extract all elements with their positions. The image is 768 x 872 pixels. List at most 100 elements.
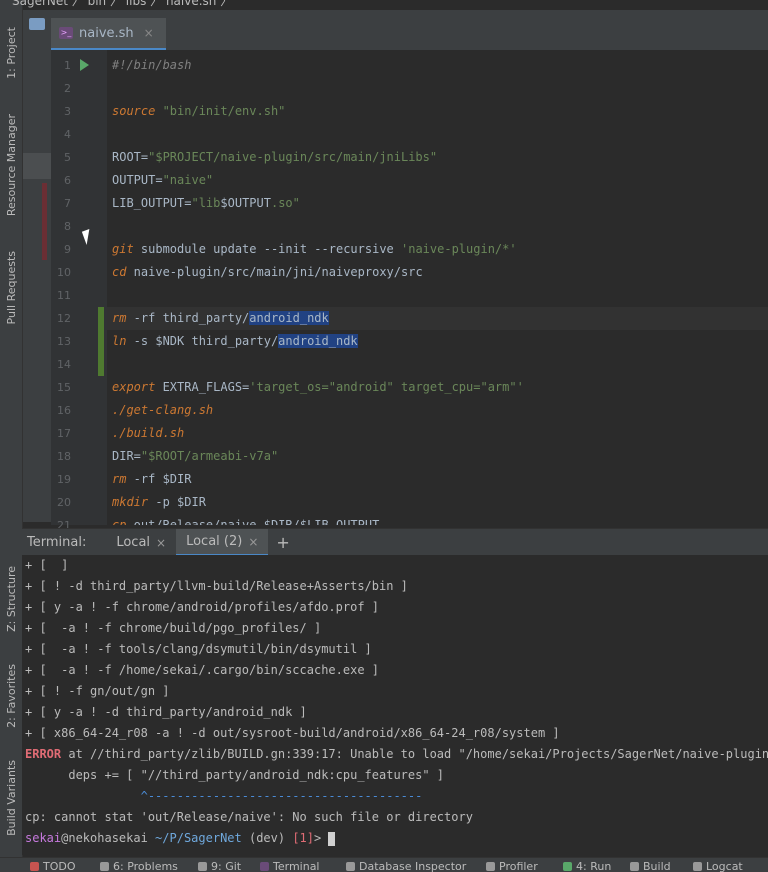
line-number: 10 bbox=[57, 266, 71, 279]
close-icon[interactable]: × bbox=[144, 26, 154, 40]
code-line: #!/bin/bash bbox=[112, 58, 192, 72]
line-number: 5 bbox=[64, 151, 71, 164]
resource-manager-tab-label: Resource Manager bbox=[4, 114, 18, 217]
line-number: 3 bbox=[64, 105, 71, 118]
pull-requests-tab-label: Pull Requests bbox=[4, 251, 18, 325]
favorites-tool-tab[interactable]: 2: Favorites bbox=[0, 655, 22, 737]
bottom-tool-bar: TODO 6: Problems 9: Git Terminal Databas… bbox=[0, 857, 768, 872]
text-cursor bbox=[328, 831, 336, 846]
scroll-error-marker bbox=[42, 183, 47, 260]
close-icon[interactable]: × bbox=[156, 536, 166, 550]
line-number: 8 bbox=[64, 220, 71, 233]
git-icon bbox=[198, 862, 207, 871]
bottom-tab-git[interactable]: 9: Git bbox=[198, 860, 241, 872]
code-line-current: rm -rf third_party/android_ndk bbox=[107, 307, 768, 330]
project-panel-collapsed bbox=[23, 10, 51, 522]
bottom-tab-profiler[interactable]: Profiler bbox=[486, 860, 538, 872]
code-line: ./build.sh bbox=[112, 426, 185, 440]
terminal-line: + [ y -a ! -f chrome/android/profiles/af… bbox=[25, 600, 380, 614]
code-line: source "bin/init/env.sh" bbox=[112, 104, 286, 118]
line-number: 6 bbox=[64, 174, 71, 187]
line-number: 13 bbox=[57, 335, 71, 348]
error-text: at //third_party/zlib/BUILD.gn:339:17: U… bbox=[61, 747, 768, 761]
terminal-line: + [ -a ! -f chrome/build/pgo_profiles/ ] bbox=[25, 621, 322, 635]
code-line: rm -rf $DIR bbox=[112, 472, 192, 486]
database-icon bbox=[346, 862, 355, 871]
line-number: 19 bbox=[57, 473, 71, 486]
structure-tool-tab[interactable]: Z: Structure bbox=[0, 558, 22, 640]
pull-requests-tool-tab[interactable]: Pull Requests bbox=[0, 242, 22, 334]
bottom-tab-terminal[interactable]: Terminal bbox=[260, 860, 320, 872]
line-number: 2 bbox=[64, 82, 71, 95]
build-variants-tab-label: Build Variants bbox=[4, 760, 18, 836]
run-icon[interactable] bbox=[80, 59, 89, 71]
bottom-tab-label: 9: Git bbox=[211, 860, 242, 872]
editor-tab-naive-sh[interactable]: >_ naive.sh × bbox=[51, 18, 166, 50]
prompt-status: [1] bbox=[285, 831, 315, 845]
vcs-change-marker[interactable] bbox=[98, 307, 104, 376]
bottom-tab-problems[interactable]: 6: Problems bbox=[100, 860, 178, 872]
bottom-tab-logcat[interactable]: Logcat bbox=[693, 860, 743, 872]
bottom-tab-label: TODO bbox=[43, 860, 76, 872]
line-number: 20 bbox=[57, 496, 71, 509]
code-line: mkdir -p $DIR bbox=[112, 495, 206, 509]
terminal-output[interactable]: + [ ] + [ ! -d third_party/llvm-build/Re… bbox=[22, 555, 768, 855]
editor-tab-label: naive.sh bbox=[79, 25, 134, 41]
terminal-tab-label: Local (2) bbox=[186, 534, 243, 549]
code-line: OUTPUT="naive" bbox=[112, 173, 214, 187]
line-number: 18 bbox=[57, 450, 71, 463]
terminal-line: + [ y -a ! -d third_party/android_ndk ] bbox=[25, 705, 307, 719]
bottom-tab-label: Build bbox=[643, 860, 671, 872]
terminal-title: Terminal: bbox=[27, 535, 87, 550]
profiler-icon bbox=[486, 862, 495, 871]
line-number: 16 bbox=[57, 404, 71, 417]
bottom-tab-run[interactable]: 4: Run bbox=[563, 860, 611, 872]
terminal-line: + [ ! -d third_party/llvm-build/Release+… bbox=[25, 579, 408, 593]
code-line: ./get-clang.sh bbox=[112, 403, 214, 417]
terminal-line: + [ ! -f gn/out/gn ] bbox=[25, 684, 170, 698]
terminal-line: cp: cannot stat 'out/Release/naive': No … bbox=[25, 810, 473, 824]
todo-icon bbox=[30, 862, 39, 871]
project-tool-tab[interactable]: 1: Project bbox=[0, 18, 22, 88]
terminal-caret-line: ^-------------------------------------- bbox=[25, 789, 423, 803]
code-line: export EXTRA_FLAGS='target_os="android" … bbox=[112, 380, 524, 394]
problems-icon bbox=[100, 862, 109, 871]
close-icon[interactable]: × bbox=[248, 535, 258, 549]
line-number: 14 bbox=[57, 358, 71, 371]
add-tab-icon[interactable]: + bbox=[276, 533, 289, 552]
folder-icon[interactable] bbox=[29, 18, 45, 30]
line-number: 7 bbox=[64, 197, 71, 210]
project-tab-label: 1: Project bbox=[4, 27, 18, 79]
line-number: 11 bbox=[57, 289, 71, 302]
editor-tab-bar: >_ naive.sh × bbox=[51, 10, 768, 50]
prompt-user: sekai bbox=[25, 831, 62, 845]
code-line: cd naive-plugin/src/main/jni/naiveproxy/… bbox=[112, 265, 423, 279]
terminal-prompt[interactable]: sekai@nekohasekai ~/P/SagerNet (dev) [1]… bbox=[25, 828, 336, 849]
bottom-tab-todo[interactable]: TODO bbox=[30, 860, 76, 872]
favorites-tab-label: 2: Favorites bbox=[4, 664, 18, 728]
bottom-tab-label: Logcat bbox=[706, 860, 743, 872]
logcat-icon bbox=[693, 862, 702, 871]
terminal-tab-local-2[interactable]: Local (2) × bbox=[176, 529, 269, 556]
prompt-branch: (dev) bbox=[241, 831, 286, 845]
terminal-line: + [ -a ! -f tools/clang/dsymutil/bin/dsy… bbox=[25, 642, 372, 656]
breadcrumb[interactable]: SagerNet 〉 bin 〉 libs 〉 naive.sh 〉 bbox=[12, 0, 232, 9]
terminal-line: + [ -a ! -f /home/sekai/.cargo/bin/sccac… bbox=[25, 663, 380, 677]
code-editor[interactable]: #!/bin/bash source "bin/init/env.sh" ROO… bbox=[107, 50, 768, 525]
terminal-icon bbox=[260, 862, 269, 871]
terminal-line: + [ x86_64-24_r08 -a ! -d out/sysroot-bu… bbox=[25, 726, 560, 740]
structure-tab-label: Z: Structure bbox=[4, 566, 18, 632]
terminal-tab-local[interactable]: Local × bbox=[106, 529, 176, 556]
terminal-line: deps += [ "//third_party/android_ndk:cpu… bbox=[25, 768, 445, 782]
code-line: LIB_OUTPUT="lib$OUTPUT.so" bbox=[112, 196, 300, 210]
build-variants-tool-tab[interactable]: Build Variants bbox=[0, 752, 22, 844]
resource-manager-tool-tab[interactable]: Resource Manager bbox=[0, 108, 22, 223]
prompt-symbol: > bbox=[314, 831, 329, 845]
bottom-tab-database-inspector[interactable]: Database Inspector bbox=[346, 860, 466, 872]
code-line: ROOT="$PROJECT/naive-plugin/src/main/jni… bbox=[112, 150, 438, 164]
code-line: cp out/Release/naive $DIR/$LIB_OUTPUT bbox=[112, 518, 380, 525]
terminal-line: + [ ] bbox=[25, 558, 69, 572]
build-icon bbox=[630, 862, 639, 871]
error-label: ERROR bbox=[25, 747, 62, 761]
bottom-tab-build[interactable]: Build bbox=[630, 860, 671, 872]
